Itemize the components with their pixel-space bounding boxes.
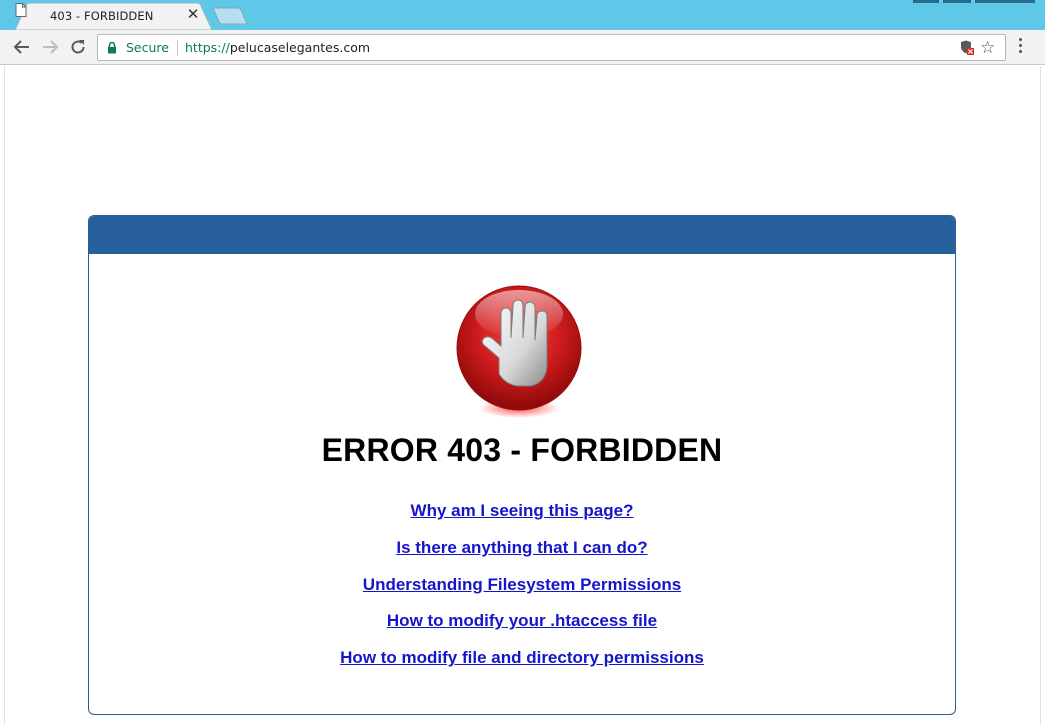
maximize-button[interactable]	[943, 0, 971, 3]
url-host: pelucaselegantes.com	[229, 40, 371, 55]
link-filesystem-permissions[interactable]: Understanding Filesystem Permissions	[89, 575, 955, 612]
close-icon[interactable]: ✕	[185, 7, 201, 23]
tab-strip: 403 - FORBIDDEN ✕	[0, 0, 1045, 30]
panel-header	[89, 216, 955, 254]
new-tab-icon[interactable]	[212, 7, 248, 25]
address-bar[interactable]: Secure https://pelucaselegantes.com ☆	[97, 34, 1006, 61]
star-icon[interactable]: ☆	[980, 38, 995, 58]
link-why-seeing[interactable]: Why am I seeing this page?	[89, 501, 955, 538]
forward-icon[interactable]	[38, 36, 62, 58]
browser-toolbar: Secure https://pelucaselegantes.com ☆	[0, 30, 1045, 65]
secure-label[interactable]: Secure	[126, 40, 169, 55]
page-icon	[15, 3, 27, 17]
url-scheme: https://	[185, 40, 230, 55]
stop-hand-icon	[456, 285, 582, 418]
help-links: Why am I seeing this page? Is there anyt…	[89, 501, 955, 685]
omnibox-separator	[177, 40, 178, 56]
error-title: ERROR 403 - FORBIDDEN	[321, 432, 723, 468]
reload-icon[interactable]	[66, 36, 90, 58]
link-modify-permissions[interactable]: How to modify file and directory permiss…	[89, 648, 955, 685]
link-anything-to-do[interactable]: Is there anything that I can do?	[89, 538, 955, 575]
menu-icon[interactable]	[1013, 38, 1027, 58]
minimize-button[interactable]	[913, 0, 939, 3]
lock-icon	[108, 41, 116, 54]
window-close-button[interactable]	[975, 0, 1035, 3]
back-icon[interactable]	[10, 36, 34, 58]
url-text[interactable]: https://pelucaselegantes.com	[185, 40, 370, 55]
link-modify-htaccess[interactable]: How to modify your .htaccess file	[89, 611, 955, 648]
error-panel: ERROR 403 - FORBIDDEN Why am I seeing th…	[88, 215, 956, 715]
tab-active[interactable]: 403 - FORBIDDEN ✕	[15, 3, 212, 30]
shield-icon[interactable]	[960, 40, 974, 56]
tab-title: 403 - FORBIDDEN	[50, 9, 154, 23]
